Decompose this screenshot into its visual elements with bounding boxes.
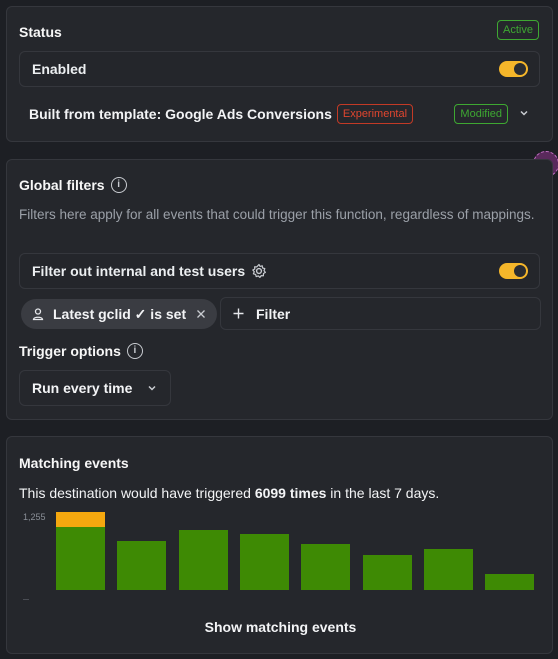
chart-bar — [117, 541, 166, 590]
chart-bar — [179, 530, 228, 590]
filter-chip-label: Latest gclid ✓ is set — [53, 305, 187, 322]
status-card: Status Active Enabled Built from templat… — [6, 6, 553, 142]
add-filter-label: Filter — [256, 305, 291, 322]
summary-count: 6099 times — [254, 485, 327, 501]
template-name: Google Ads Conversions — [165, 106, 332, 122]
chart-bar — [424, 549, 473, 590]
chart-bar — [301, 544, 350, 590]
matching-summary: This destination would have triggered 60… — [19, 485, 439, 501]
person-icon — [32, 308, 44, 321]
active-badge: Active — [497, 20, 539, 40]
filters-description: Filters here apply for all events that c… — [19, 207, 535, 222]
enabled-toggle[interactable] — [499, 61, 528, 77]
matching-events-card: Matching events This destination would h… — [6, 436, 553, 654]
global-filters-label: Global filters — [19, 177, 105, 193]
toggle-knob — [514, 63, 526, 75]
template-row[interactable]: Built from template: Google Ads Conversi… — [19, 99, 540, 129]
experimental-tag: Experimental — [336, 104, 414, 124]
enabled-label: Enabled — [32, 61, 87, 77]
chart-bar — [485, 574, 534, 590]
filter-chip[interactable]: Latest gclid ✓ is set — [21, 299, 218, 329]
internal-users-toggle[interactable] — [499, 263, 528, 279]
toggle-knob — [514, 265, 526, 277]
summary-prefix: This destination would have triggered — [19, 485, 255, 501]
trigger-select-value: Run every time — [32, 380, 133, 396]
enabled-row[interactable]: Enabled — [19, 51, 540, 87]
trigger-options-title: Trigger options i — [19, 343, 143, 359]
chart-baseline — [23, 599, 29, 600]
add-filter-button[interactable]: Filter — [220, 297, 541, 330]
chart-bar — [363, 555, 412, 590]
show-matching-events-button[interactable]: Show matching events — [7, 619, 554, 635]
chart-bar-segment — [56, 512, 105, 527]
status-title: Status — [19, 24, 62, 40]
plus-icon — [233, 308, 244, 319]
close-icon[interactable] — [195, 308, 207, 320]
trigger-options-label: Trigger options — [19, 343, 121, 359]
info-icon[interactable]: i — [110, 177, 127, 193]
matching-events-title: Matching events — [19, 455, 129, 471]
internal-users-row[interactable]: Filter out internal and test users — [19, 253, 540, 289]
global-filters-card: Global filters i Filters here apply for … — [6, 159, 553, 420]
y-tick-label: 1,255 — [23, 512, 46, 522]
modified-tag: Modified — [454, 104, 508, 124]
chart-bar — [56, 527, 105, 590]
template-prefix: Built from template: — [29, 106, 166, 122]
events-chart — [56, 512, 542, 590]
summary-suffix: in the last 7 days. — [326, 485, 440, 501]
chart-bar — [240, 534, 289, 590]
info-icon[interactable]: i — [126, 343, 143, 359]
gear-icon[interactable] — [251, 263, 267, 279]
chevron-down-icon[interactable] — [514, 106, 534, 122]
internal-users-label: Filter out internal and test users — [32, 263, 246, 279]
global-filters-title: Global filters i — [19, 177, 127, 193]
chevron-down-icon — [148, 385, 156, 391]
trigger-select[interactable]: Run every time — [19, 370, 171, 406]
